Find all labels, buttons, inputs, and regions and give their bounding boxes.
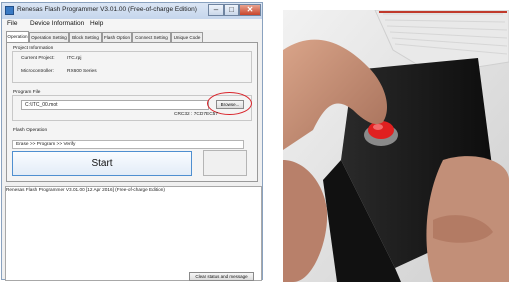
program-file-path-input[interactable]: C:\ITC_00.mot bbox=[21, 100, 209, 110]
menu-device-information[interactable]: Device Information bbox=[30, 20, 84, 27]
menu-help[interactable]: Help bbox=[90, 20, 103, 27]
minimize-button[interactable]: – bbox=[208, 4, 224, 16]
flash-operation-select[interactable]: Erase >> Program >> Verify bbox=[12, 140, 244, 149]
device-photo bbox=[283, 10, 509, 282]
tab-unique-code[interactable]: Unique Code bbox=[171, 32, 203, 42]
current-project-label: Current Project: bbox=[21, 56, 55, 61]
microcontroller-value: RX600 Series bbox=[67, 69, 97, 74]
tab-block-setting[interactable]: Block Setting bbox=[69, 32, 102, 42]
tab-connect-setting[interactable]: Connect Setting bbox=[132, 32, 171, 42]
status-indicator bbox=[203, 150, 247, 176]
title-bar[interactable]: Renesas Flash Programmer V3.01.00 (Free-… bbox=[2, 3, 262, 19]
message-log[interactable] bbox=[5, 186, 262, 281]
app-window: Renesas Flash Programmer V3.01.00 (Free-… bbox=[1, 2, 263, 281]
menu-file[interactable]: File bbox=[7, 20, 17, 27]
flash-operation-label: Flash Operation bbox=[13, 128, 48, 133]
menu-bar: File Device Information Help bbox=[2, 19, 262, 30]
app-icon bbox=[5, 6, 14, 15]
log-line: Renesas Flash Programmer V3.01.00 [12 Ap… bbox=[6, 187, 165, 192]
crc-value: CRC32 : 7CD7EC57 bbox=[174, 112, 218, 117]
tab-operation[interactable]: Operation bbox=[6, 31, 29, 42]
window-title: Renesas Flash Programmer V3.01.00 (Free-… bbox=[17, 6, 197, 13]
current-project-value: ITC.rpj bbox=[67, 56, 82, 61]
clear-status-button[interactable]: Clear status and message bbox=[189, 272, 254, 281]
close-button[interactable]: ✕ bbox=[239, 4, 261, 16]
maximize-button[interactable]: □ bbox=[224, 4, 239, 16]
microcontroller-label: Microcontroller: bbox=[21, 69, 54, 74]
tab-operation-setting[interactable]: Operation Setting bbox=[29, 32, 69, 42]
device-photo-illustration bbox=[283, 10, 509, 282]
start-button[interactable]: Start bbox=[12, 151, 192, 176]
tab-flash-option[interactable]: Flash Option bbox=[102, 32, 132, 42]
